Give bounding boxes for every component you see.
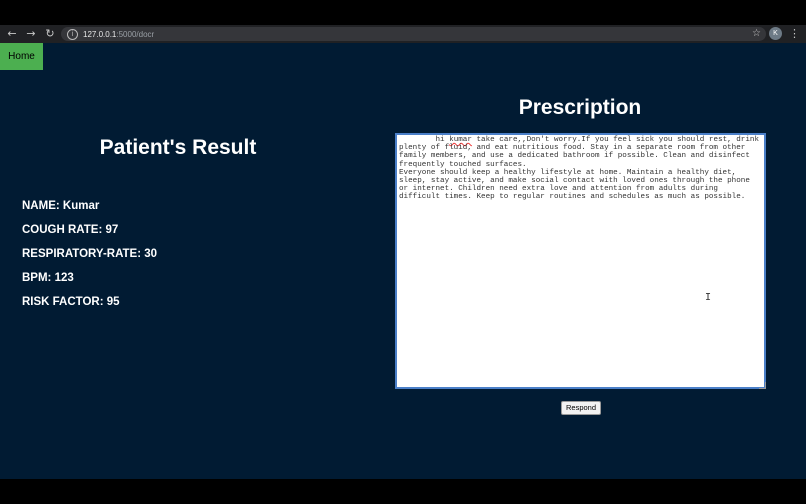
url-path: :5000/docr — [116, 29, 155, 39]
back-arrow-icon[interactable]: ← — [5, 27, 19, 41]
address-bar[interactable]: i 127.0.0.1:5000/docr ☆ — [61, 27, 766, 41]
prescription-text-lead: hi — [399, 136, 450, 144]
home-button[interactable]: Home — [0, 43, 43, 70]
info-icon[interactable]: i — [67, 28, 78, 40]
cough-rate: COUGH RATE: 97 — [22, 224, 119, 236]
browser-toolbar: ← → ↻ i 127.0.0.1:5000/docr ☆ — [0, 25, 806, 43]
forward-arrow-icon[interactable]: → — [24, 27, 38, 41]
top-frame — [0, 0, 806, 25]
prescription-text-body: take care,,Don't worry.If you feel sick … — [399, 136, 760, 202]
respond-button[interactable]: Respond — [561, 401, 601, 415]
url-text: 127.0.0.1:5000/docr — [83, 30, 154, 39]
prescription-text-name: kumar — [449, 136, 472, 144]
page-content: Home Patient's Result NAME: Kumar COUGH … — [0, 43, 806, 479]
textarea-resize-handle[interactable] — [759, 382, 766, 389]
bottom-frame — [0, 479, 806, 504]
patient-result-title: Patient's Result — [99, 136, 257, 159]
respiratory-rate: RESPIRATORY-RATE: 30 — [22, 248, 158, 260]
profile-avatar[interactable]: K — [769, 27, 782, 40]
bpm: BPM: 123 — [22, 272, 74, 284]
browser-menu-icon[interactable]: ⋮ — [789, 26, 800, 42]
url-host: 127.0.0.1 — [83, 29, 117, 39]
risk-factor: RISK FACTOR: 95 — [22, 296, 120, 308]
prescription-textarea[interactable]: hi kumar take care,,Don't worry.If you f… — [395, 133, 766, 389]
reload-icon[interactable]: ↻ — [43, 27, 57, 41]
text-cursor-icon: I — [705, 292, 712, 303]
prescription-title: Prescription — [518, 96, 642, 119]
bookmark-star-icon[interactable]: ☆ — [752, 27, 761, 41]
patient-name: NAME: Kumar — [22, 200, 100, 212]
